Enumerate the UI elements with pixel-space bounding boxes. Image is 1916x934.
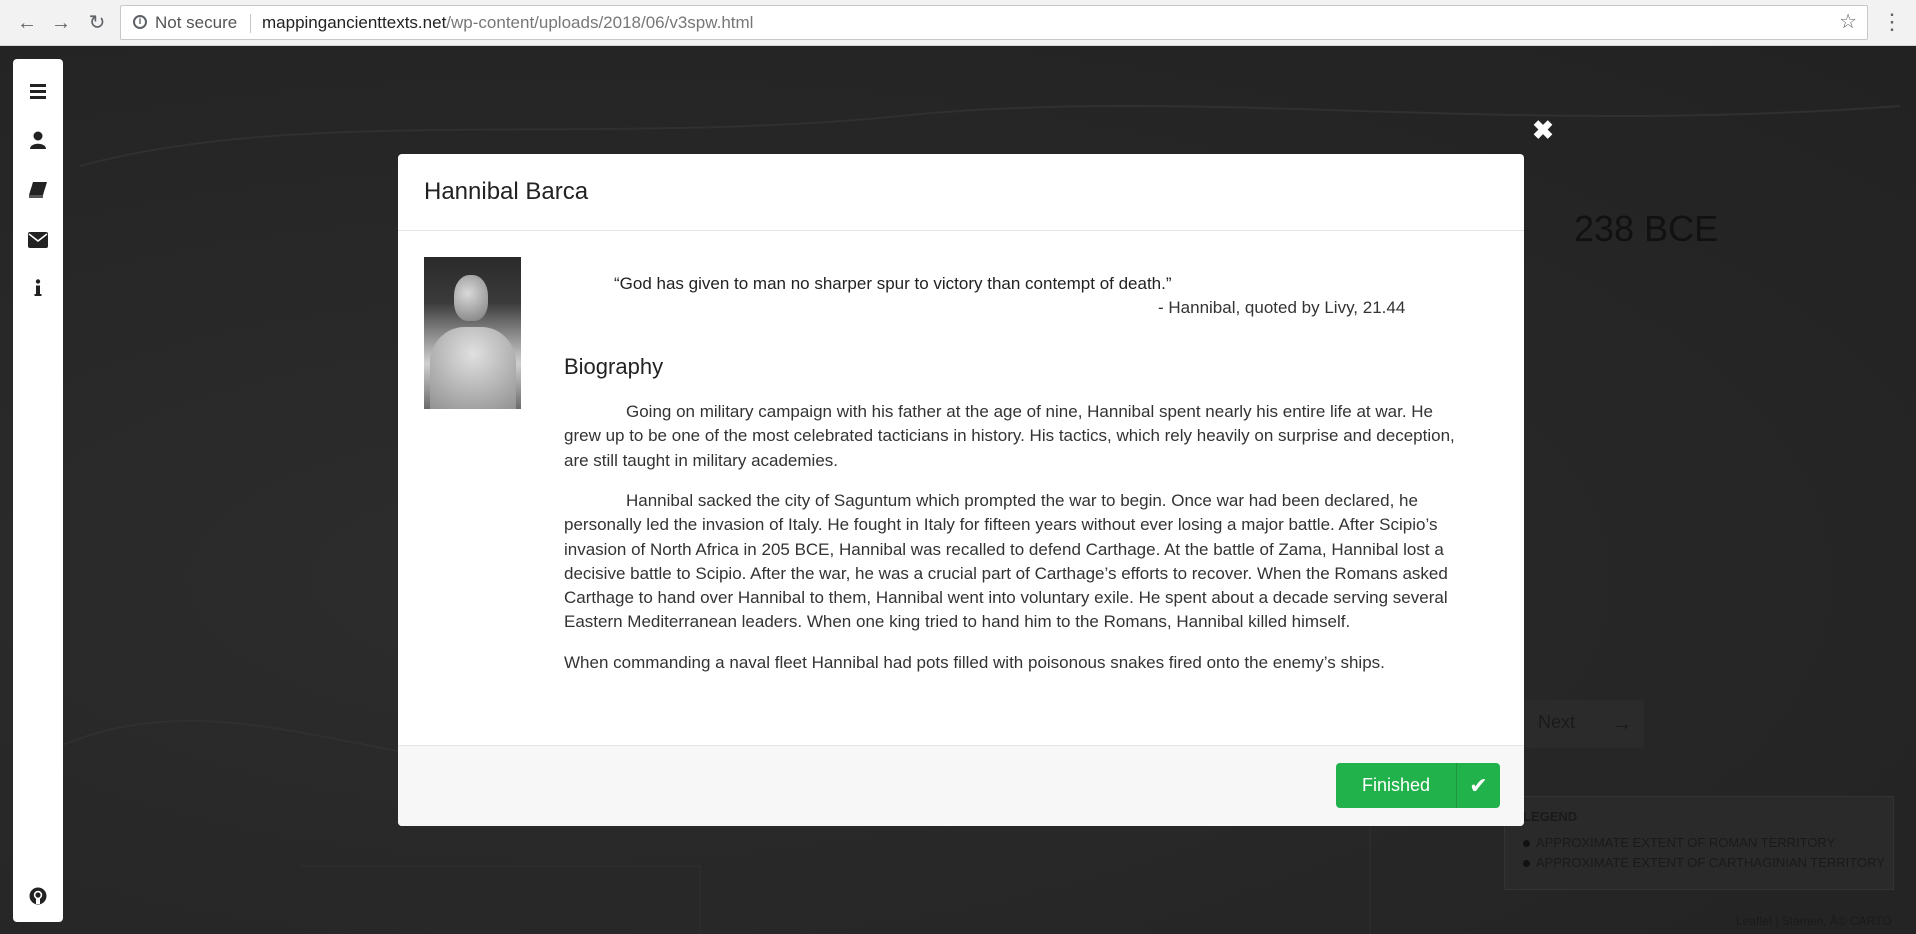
url-path: /wp-content/uploads/2018/06/v3spw.html	[446, 13, 754, 32]
legend-item: APPROXIMATE EXTENT OF CARTHAGINIAN TERRI…	[1523, 855, 1885, 870]
legend-item-label: APPROXIMATE EXTENT OF ROMAN TERRITORY	[1536, 835, 1836, 850]
menu-icon[interactable]	[13, 76, 63, 106]
reload-icon[interactable]: ↻	[84, 10, 110, 36]
next-label: Next	[1538, 712, 1576, 732]
character-modal: Hannibal Barca “God has given to man no …	[398, 154, 1524, 826]
legend-dot	[1523, 840, 1530, 847]
info-icon[interactable]	[13, 273, 63, 303]
legend-item-label: APPROXIMATE EXTENT OF CARTHAGINIAN TERRI…	[1536, 855, 1885, 870]
finished-button[interactable]: Finished ✔	[1336, 763, 1500, 808]
url-text[interactable]: mappingancienttexts.net/wp-content/uploa…	[262, 6, 753, 39]
quote-citation: - Hannibal, quoted by Livy, 21.44	[1158, 298, 1406, 317]
finished-label: Finished	[1361, 775, 1431, 795]
biography-paragraph: Going on military campaign with his fath…	[564, 402, 1455, 470]
user-icon[interactable]	[13, 125, 63, 155]
legend-dot	[1523, 860, 1530, 867]
sidebar	[13, 59, 63, 922]
biography-paragraph: When commanding a naval fleet Hannibal h…	[564, 653, 1385, 672]
address-bar[interactable]: i Not secure mappingancienttexts.net/wp-…	[120, 5, 1868, 40]
map-attribution[interactable]: Leaflet | Stamen, Â© CARTO	[1736, 914, 1892, 928]
bookmark-star-icon[interactable]: ☆	[1839, 6, 1857, 39]
map-legend: LEGEND APPROXIMATE EXTENT OF ROMAN TERRI…	[1504, 796, 1894, 890]
forward-arrow-icon[interactable]: →	[48, 10, 74, 36]
legend-item: APPROXIMATE EXTENT OF ROMAN TERRITORY	[1523, 835, 1835, 850]
close-icon[interactable]: ✖	[1531, 117, 1555, 143]
next-button[interactable]: Next →	[1520, 700, 1644, 748]
address-separator	[250, 14, 251, 33]
biography-paragraph: Hannibal sacked the city of Saguntum whi…	[564, 491, 1448, 632]
modal-footer: Finished ✔	[398, 745, 1524, 826]
legend-title: LEGEND	[1523, 809, 1578, 824]
security-label[interactable]: Not secure	[155, 6, 237, 39]
back-arrow-icon[interactable]: ←	[14, 10, 40, 36]
book-icon[interactable]	[13, 175, 63, 205]
url-domain: mappingancienttexts.net	[262, 13, 447, 32]
year-label: 238 BCE	[1574, 208, 1719, 249]
portrait-image	[424, 257, 521, 409]
envelope-icon[interactable]	[13, 225, 63, 255]
modal-title: Hannibal Barca	[424, 178, 589, 205]
arrow-right-icon: →	[1612, 713, 1632, 735]
info-circle-icon[interactable]: i	[133, 15, 147, 29]
modal-header: Hannibal Barca	[398, 154, 1524, 231]
biography-heading: Biography	[564, 354, 664, 379]
quote-text: “God has given to man no sharper spur to…	[614, 274, 1172, 293]
checkmark-icon: ✔	[1469, 773, 1488, 798]
browser-menu-icon[interactable]: ⋮	[1880, 8, 1904, 36]
browser-toolbar: ← → ↻ i Not secure mappingancienttexts.n…	[0, 0, 1916, 46]
github-icon[interactable]	[13, 882, 63, 912]
